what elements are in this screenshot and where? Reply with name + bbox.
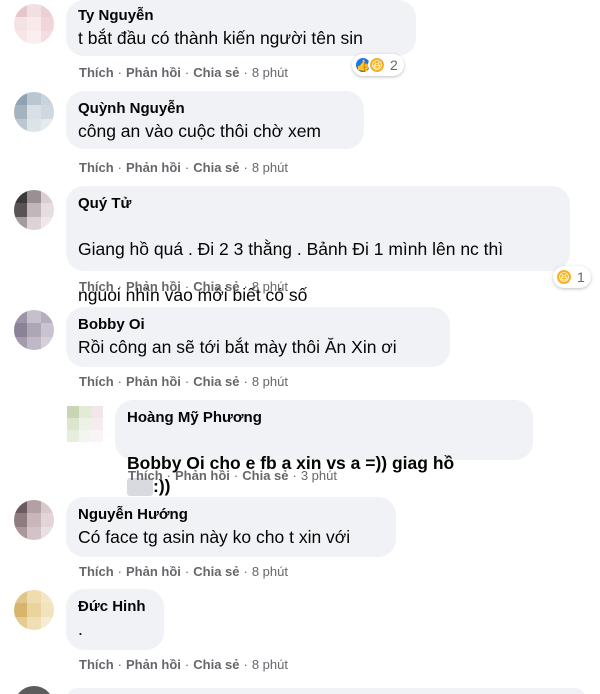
comment-actions: Thích · Phản hồi · Chia sẻ · 8 phút — [79, 374, 288, 389]
comment-text-line: Giang hồ quá . Đi 2 3 thằng . Bảnh Đi 1 … — [78, 239, 504, 259]
avatar[interactable] — [14, 310, 54, 350]
like-button[interactable]: Thích — [79, 279, 114, 294]
reply-button[interactable]: Phản hồi — [126, 279, 181, 294]
like-button[interactable]: Thích — [79, 65, 114, 80]
comment-author[interactable]: Ty Nguyễn — [78, 6, 404, 25]
comment-timestamp[interactable]: 8 phút — [252, 160, 288, 175]
comment-bubble-partial — [66, 688, 586, 694]
comment-actions: Thích · Phản hồi · Chia sẻ · 3 phút — [128, 468, 337, 483]
avatar[interactable] — [14, 500, 54, 540]
comment-timestamp[interactable]: 8 phút — [252, 564, 288, 579]
like-button[interactable]: Thích — [128, 468, 163, 483]
comment-bubble: Nguyễn Hướng Có face tg asin này ko cho … — [66, 497, 396, 557]
share-button[interactable]: Chia sẻ — [242, 468, 288, 483]
reaction-count: 1 — [577, 269, 585, 285]
comment-actions: Thích · Phản hồi · Chia sẻ · 8 phút — [79, 657, 288, 672]
reply-bubble: Hoàng Mỹ Phương Bobby Oi cho e fb a xin … — [115, 400, 533, 497]
share-button[interactable]: Chia sẻ — [193, 160, 239, 175]
avatar[interactable] — [14, 686, 54, 694]
like-button[interactable]: Thích — [79, 374, 114, 389]
haha-icon: 😆 — [368, 56, 386, 74]
comment-text: . — [78, 619, 83, 639]
comment-timestamp[interactable]: 8 phút — [252, 657, 288, 672]
avatar[interactable] — [14, 590, 54, 630]
like-button[interactable]: Thích — [79, 160, 114, 175]
comment-author[interactable]: Hoàng Mỹ Phương — [127, 408, 521, 427]
reaction-summary[interactable]: 😆 1 — [553, 266, 591, 288]
comment-timestamp[interactable]: 3 phút — [301, 468, 337, 483]
comment-author[interactable]: Nguyễn Hướng — [78, 505, 384, 524]
comment-actions: Thích · Phản hồi · Chia sẻ · 8 phút — [79, 160, 288, 175]
comment-text: Bobby Oi cho e fb a xin vs a =)) giag hồ… — [127, 429, 521, 498]
comment-actions: Thích · Phản hồi · Chia sẻ · 8 phút — [79, 564, 288, 579]
haha-icon: 😆 — [555, 268, 573, 286]
comment-author[interactable]: Đức Hinh — [78, 597, 152, 616]
comment-bubble: Đức Hinh . — [66, 589, 164, 650]
reply-button[interactable]: Phản hồi — [126, 657, 181, 672]
comment-bubble: Ty Nguyễn t bắt đầu có thành kiến người … — [66, 0, 416, 56]
like-button[interactable]: Thích — [79, 657, 114, 672]
avatar[interactable] — [67, 406, 103, 442]
reaction-summary[interactable]: 👍 😆 2 — [352, 54, 404, 76]
comment-bubble: Quý Tử Giang hồ quá . Đi 2 3 thằng . Bản… — [66, 186, 570, 330]
comment-author[interactable]: Quý Tử — [78, 194, 558, 213]
comment-author[interactable]: Quỳnh Nguyễn — [78, 99, 352, 118]
share-button[interactable]: Chia sẻ — [193, 564, 239, 579]
comment-timestamp[interactable]: 8 phút — [252, 65, 288, 80]
reply-button[interactable]: Phản hồi — [126, 374, 181, 389]
comment-text: Rồi công an sẽ tới bắt mày thôi Ăn Xin ơ… — [78, 337, 397, 357]
reply-button[interactable]: Phản hồi — [126, 160, 181, 175]
share-button[interactable]: Chia sẻ — [193, 657, 239, 672]
like-button[interactable]: Thích — [79, 564, 114, 579]
reply-button[interactable]: Phản hồi — [126, 564, 181, 579]
comment-timestamp[interactable]: 8 phút — [252, 279, 288, 294]
share-button[interactable]: Chia sẻ — [193, 374, 239, 389]
reply-button[interactable]: Phản hồi — [126, 65, 181, 80]
comment-text: công an vào cuộc thôi chờ xem — [78, 121, 322, 141]
comment-timestamp[interactable]: 8 phút — [252, 374, 288, 389]
avatar[interactable] — [14, 4, 54, 44]
share-button[interactable]: Chia sẻ — [193, 279, 239, 294]
reply-button[interactable]: Phản hồi — [175, 468, 230, 483]
share-button[interactable]: Chia sẻ — [193, 65, 239, 80]
comment-author[interactable]: Bobby Oi — [78, 315, 438, 334]
comment-actions: Thích · Phản hồi · Chia sẻ · 8 phút — [79, 279, 288, 294]
reaction-count: 2 — [390, 57, 398, 73]
comment-bubble: Bobby Oi Rồi công an sẽ tới bắt mày thôi… — [66, 307, 450, 367]
avatar[interactable] — [14, 190, 54, 230]
comment-text: t bắt đầu có thành kiến người tên sin — [78, 28, 363, 48]
avatar[interactable] — [14, 92, 54, 132]
comment-bubble: Quỳnh Nguyễn công an vào cuộc thôi chờ x… — [66, 91, 364, 149]
comment-text: Có face tg asin này ko cho t xin với — [78, 527, 351, 547]
comment-actions: Thích · Phản hồi · Chia sẻ · 8 phút — [79, 65, 288, 80]
